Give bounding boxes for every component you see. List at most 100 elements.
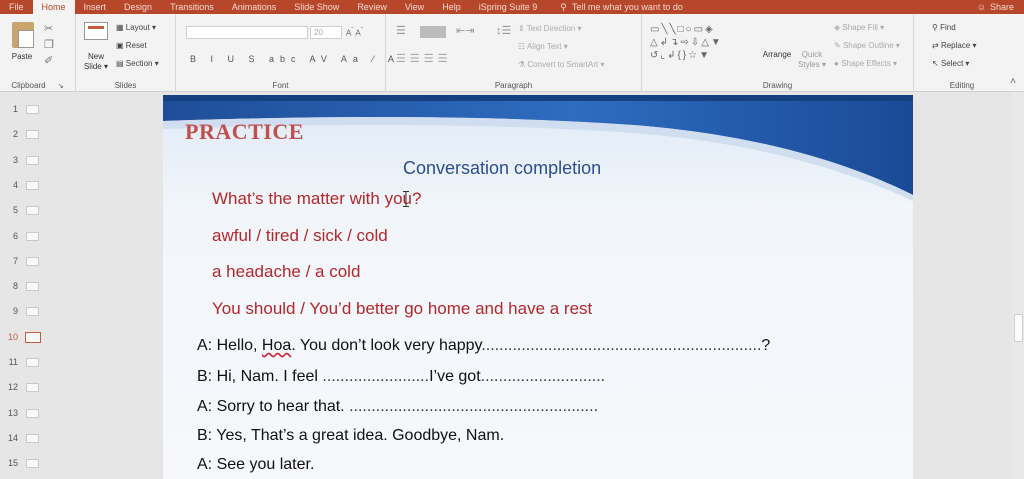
- slide-thumbnail-preview[interactable]: [26, 130, 39, 140]
- dialog-line-5[interactable]: A: See you later.: [197, 456, 314, 474]
- shapes-gallery[interactable]: ▭╲╲□○▭◈ △↲↴⇨⇩△▼ ↺⌞↲{}☆▼: [650, 23, 723, 62]
- tab-slide-show[interactable]: Slide Show: [285, 0, 348, 14]
- slide-thumbnail[interactable]: 6: [0, 224, 66, 249]
- font-grow-icon[interactable]: Aˆ Aˇ: [346, 27, 363, 38]
- slide-thumbnail[interactable]: 15: [0, 451, 66, 476]
- shape-effects-button[interactable]: ● Shape Effects ▾: [834, 59, 897, 68]
- slide-thumbnail-preview[interactable]: [25, 331, 41, 343]
- line-spacing-icon[interactable]: ↕☰: [496, 26, 511, 37]
- align-text-button[interactable]: ☷ Align Text ▾: [518, 42, 568, 51]
- tab-insert[interactable]: Insert: [75, 0, 116, 14]
- tab-review[interactable]: Review: [348, 0, 396, 14]
- slide-thumbnail-preview[interactable]: [26, 433, 39, 443]
- section-button[interactable]: ▤ Section ▾: [116, 59, 159, 68]
- format-painter-icon[interactable]: ✐: [44, 56, 53, 67]
- new-slide-button[interactable]: New Slide ▾: [78, 52, 114, 72]
- slide-thumbnail[interactable]: 4: [0, 173, 66, 198]
- font-name-combo[interactable]: [186, 26, 308, 39]
- font-label: Font: [272, 81, 289, 90]
- tab-transitions[interactable]: Transitions: [161, 0, 223, 14]
- alignment-icons[interactable]: ☰☰☰☰: [396, 54, 451, 65]
- slide-thumbnail[interactable]: 2: [0, 122, 66, 147]
- dialog-line-2-blank-1: ........................: [322, 368, 430, 385]
- slide-thumbnail-preview[interactable]: [26, 307, 39, 317]
- slide-thumbnail[interactable]: 5: [0, 198, 66, 223]
- dialog-line-2[interactable]: B: Hi, Nam. I feel .....................…: [197, 368, 605, 386]
- slide-thumbnail-preview[interactable]: [26, 180, 39, 190]
- find-button[interactable]: ⚲ Find: [932, 23, 956, 32]
- slide-title[interactable]: PRACTICE: [185, 119, 304, 145]
- slide-thumbnail-number: 13: [7, 407, 18, 418]
- share-button[interactable]: ☺ Share: [977, 0, 1014, 14]
- convert-smartart-button[interactable]: ⚗ Convert to SmartArt ▾: [518, 60, 604, 69]
- dialog-line-4[interactable]: B: Yes, That’s a great idea. Goodbye, Na…: [197, 427, 504, 445]
- tab-help[interactable]: Help: [433, 0, 470, 14]
- font-format-buttons[interactable]: B I U S abc AV Aa ⁄ A: [190, 54, 400, 64]
- layout-button[interactable]: ▦ Layout ▾: [116, 23, 156, 32]
- option-line-4[interactable]: You should / You’d better go home and ha…: [212, 299, 592, 319]
- replace-button[interactable]: ⇄ Replace ▾: [932, 41, 977, 50]
- reset-button[interactable]: ▣ Reset: [116, 41, 147, 50]
- slide-thumbnail[interactable]: 12: [0, 375, 66, 400]
- collapse-ribbon-icon[interactable]: ˄: [1010, 76, 1016, 87]
- slide-thumbnail[interactable]: 9: [0, 299, 66, 324]
- slide-thumbnail[interactable]: 7: [0, 249, 66, 274]
- dialog-line-3[interactable]: A: Sorry to hear that. .................…: [197, 398, 598, 416]
- option-line-1[interactable]: What’s the matter with you?: [212, 189, 421, 209]
- slide-thumbnail-pane[interactable]: 1 2 3 4 5 6 7 8 9 10 11 12 13 14 15: [0, 92, 66, 479]
- bullets-icon[interactable]: ☰: [396, 26, 406, 37]
- tab-ispring[interactable]: iSpring Suite 9: [470, 0, 547, 14]
- font-size-combo[interactable]: 20: [310, 26, 342, 39]
- slide-thumbnail[interactable]: 11: [0, 350, 66, 375]
- cursor-icon: ↖: [932, 59, 939, 68]
- indent-icon[interactable]: ⇤⇥: [456, 26, 474, 37]
- tab-file[interactable]: File: [0, 0, 33, 14]
- slide-thumbnail-number: 7: [12, 255, 18, 266]
- option-line-2[interactable]: awful / tired / sick / cold: [212, 226, 388, 246]
- scrollbar-thumb[interactable]: [1014, 314, 1023, 342]
- cut-icon[interactable]: ✂: [44, 24, 53, 35]
- copy-icon[interactable]: ❐: [44, 40, 54, 51]
- slide-thumbnail[interactable]: 14: [0, 426, 66, 451]
- slide-thumbnail[interactable]: 3: [0, 148, 66, 173]
- dialog-line-1[interactable]: A: Hello, Hoa. You don’t look very happy…: [197, 337, 770, 355]
- text-direction-button[interactable]: ⇕ Text Direction ▾: [518, 24, 582, 33]
- tab-design[interactable]: Design: [115, 0, 161, 14]
- slide-thumbnail[interactable]: 8: [0, 274, 66, 299]
- tab-animations[interactable]: Animations: [223, 0, 286, 14]
- slide-thumbnail[interactable]: 1: [0, 97, 66, 122]
- slide-canvas[interactable]: PRACTICE Conversation completion What’s …: [163, 95, 913, 479]
- tell-me-box[interactable]: ⚲ Tell me what you want to do: [560, 2, 683, 13]
- slide-thumbnail-preview[interactable]: [26, 383, 39, 393]
- drawing-label: Drawing: [762, 81, 793, 90]
- select-button[interactable]: ↖ Select ▾: [932, 59, 969, 68]
- shape-outline-button[interactable]: ✎ Shape Outline ▾: [834, 41, 900, 50]
- arrange-button[interactable]: Arrange: [757, 50, 797, 60]
- slide-thumbnail-preview[interactable]: [26, 408, 39, 418]
- slide-thumbnail-number: 14: [7, 432, 18, 443]
- new-slide-icon[interactable]: [84, 22, 108, 40]
- vertical-scrollbar[interactable]: [1012, 92, 1024, 479]
- slide-thumbnail-preview[interactable]: [26, 256, 39, 266]
- tab-view[interactable]: View: [396, 0, 433, 14]
- slide-thumbnail[interactable]: 10: [0, 325, 66, 350]
- slide-thumbnail-preview[interactable]: [26, 206, 39, 216]
- option-line-3[interactable]: a headache / a cold: [212, 262, 360, 282]
- tab-home[interactable]: Home: [32, 0, 75, 14]
- slide-thumbnail-preview[interactable]: [26, 105, 39, 114]
- slide-thumbnail-number: 11: [8, 357, 18, 367]
- ribbon-tab-bar: File Home Insert Design Transitions Anim…: [0, 0, 1024, 14]
- slide-thumbnail-number: 1: [12, 104, 18, 114]
- slide-thumbnail[interactable]: 13: [0, 401, 66, 426]
- slide-thumbnail-preview[interactable]: [26, 155, 39, 165]
- slide-thumbnail-preview[interactable]: [26, 282, 39, 292]
- slide-thumbnail-preview[interactable]: [26, 358, 39, 367]
- quick-styles-button[interactable]: Quick Styles ▾: [797, 50, 827, 70]
- paste-button-label[interactable]: Paste: [6, 52, 38, 62]
- slide-thumbnail-preview[interactable]: [26, 459, 39, 469]
- slide-thumbnail-preview[interactable]: [26, 231, 39, 241]
- paste-icon[interactable]: [12, 22, 34, 48]
- shape-fill-button[interactable]: ◈ Shape Fill ▾: [834, 23, 884, 32]
- slide-subtitle[interactable]: Conversation completion: [403, 158, 601, 179]
- numbering-icon[interactable]: [420, 26, 446, 38]
